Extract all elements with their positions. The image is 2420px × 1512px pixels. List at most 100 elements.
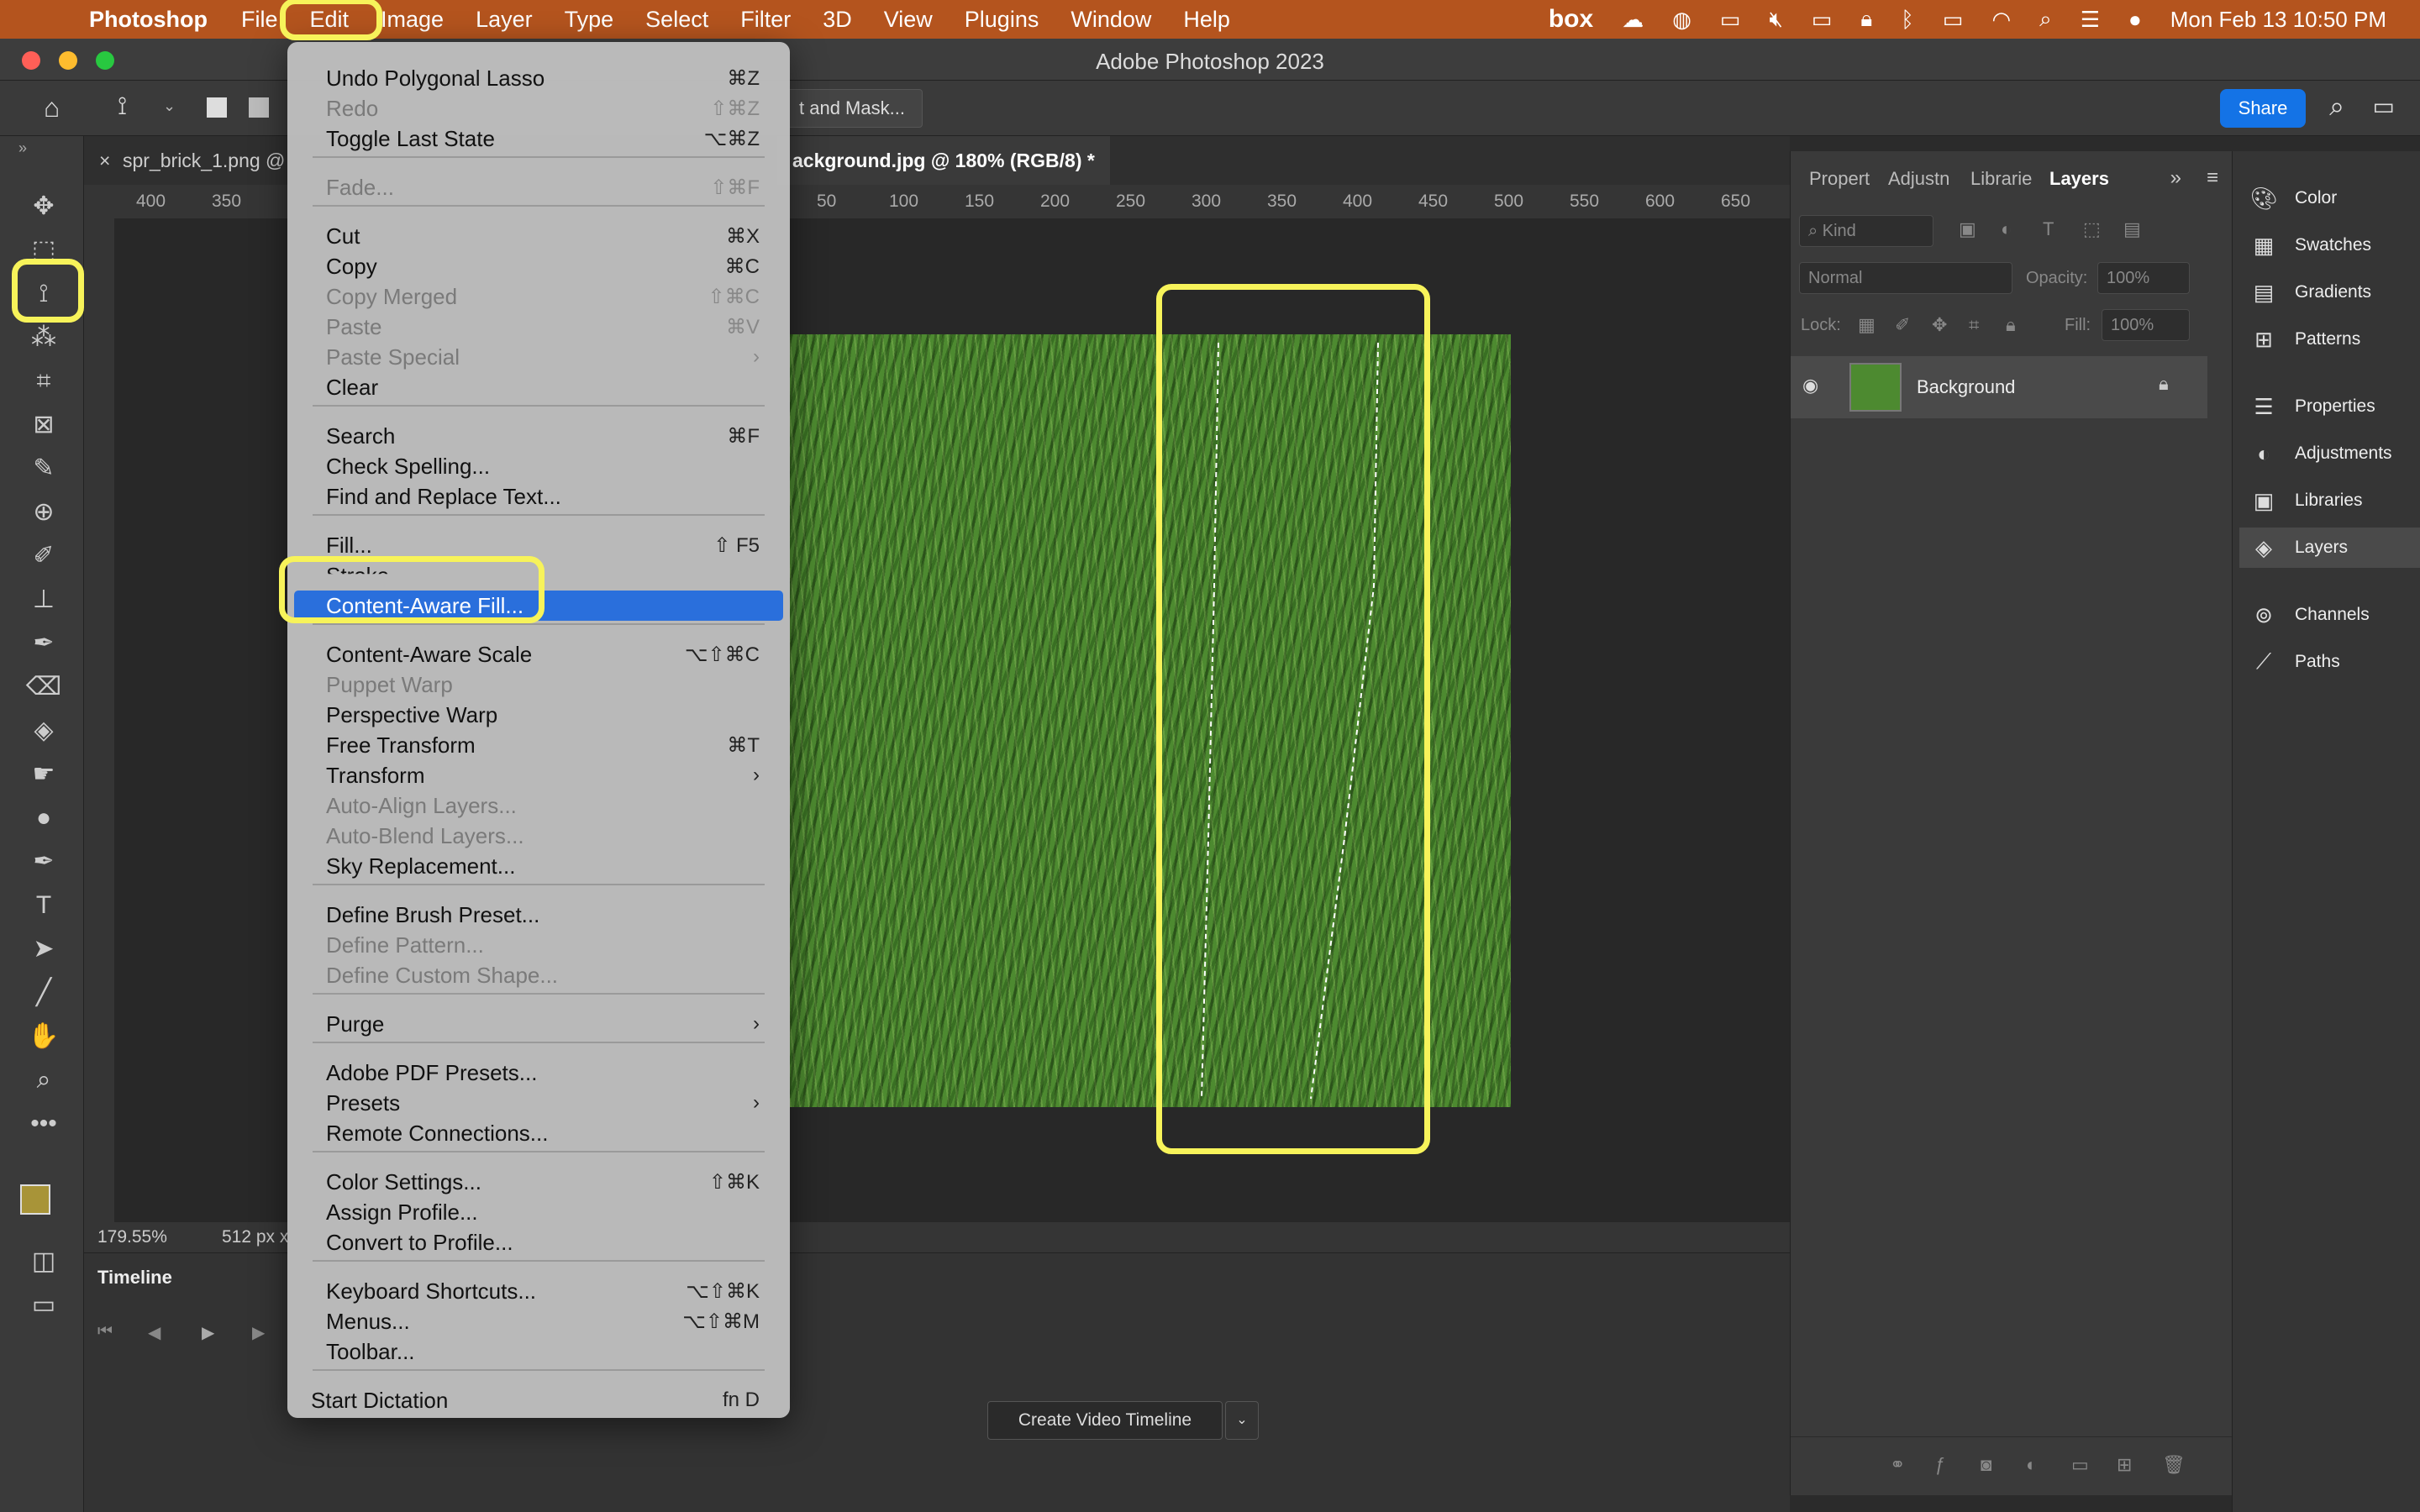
- app-menu-photoshop[interactable]: Photoshop: [89, 7, 208, 33]
- previous-frame-icon[interactable]: ◀: [148, 1322, 160, 1343]
- layer-style-icon[interactable]: ƒ: [1935, 1454, 1945, 1476]
- layer-row-background[interactable]: ◉ Background 🔒︎: [1791, 356, 2207, 418]
- visibility-eye-icon[interactable]: ◉: [1802, 375, 1818, 396]
- menu-item-cut[interactable]: Cut ⌘X: [326, 222, 760, 250]
- menu-item-check-spelling[interactable]: Check Spelling...: [326, 452, 760, 480]
- expand-toolbar-icon[interactable]: »: [18, 139, 27, 157]
- tab-layers[interactable]: Layers: [2049, 160, 2109, 198]
- menu-item-menus[interactable]: Menus... ⌥⇧⌘M: [326, 1307, 760, 1336]
- menu-item-keyboard-shortcuts[interactable]: Keyboard Shortcuts... ⌥⇧⌘K: [326, 1277, 760, 1305]
- new-group-icon[interactable]: ▭: [2071, 1454, 2089, 1476]
- eyedropper-tool-icon[interactable]: ✎: [25, 450, 62, 487]
- menu-item-undo-polygonal-lasso[interactable]: Undo Polygonal Lasso ⌘Z: [326, 64, 760, 92]
- menu-view[interactable]: View: [884, 7, 933, 33]
- zoom-level[interactable]: 179.55%: [97, 1227, 167, 1247]
- eraser-tool-icon[interactable]: ⌫: [25, 669, 62, 706]
- adjustment-layer-icon[interactable]: ◐: [2026, 1454, 2037, 1476]
- crop-tool-icon[interactable]: ⌗: [25, 363, 62, 400]
- dock-layers[interactable]: ◈ Layers: [2239, 528, 2420, 568]
- dock-color[interactable]: 🎨︎ Color: [2249, 178, 2417, 218]
- dock-properties[interactable]: ☰ Properties: [2249, 386, 2417, 427]
- dock-patterns[interactable]: ⊞ Patterns: [2249, 319, 2417, 360]
- display-icon[interactable]: ▭: [1720, 7, 1741, 33]
- brush-tool-icon[interactable]: ✐: [25, 538, 62, 575]
- layer-name[interactable]: Background: [1917, 376, 2015, 398]
- menu-file[interactable]: File: [241, 7, 278, 33]
- menu-image[interactable]: Image: [381, 7, 444, 33]
- menu-select[interactable]: Select: [645, 7, 708, 33]
- screen-mode-icon[interactable]: ▭: [25, 1287, 62, 1324]
- globe-icon[interactable]: ◍: [1672, 7, 1691, 33]
- panel-menu-icon[interactable]: ≡: [2207, 166, 2218, 190]
- quick-mask-icon[interactable]: ◫: [25, 1243, 62, 1280]
- lock-position-icon[interactable]: ✥: [1932, 314, 1947, 336]
- menu-item-clear[interactable]: Clear: [326, 373, 760, 402]
- select-and-mask-button[interactable]: t and Mask...: [781, 89, 923, 128]
- search-icon[interactable]: ⌕: [2039, 6, 2052, 33]
- magic-wand-tool-icon[interactable]: ⁂: [25, 319, 62, 356]
- lock-pixels-icon[interactable]: ✐: [1895, 314, 1910, 336]
- paint-bucket-tool-icon[interactable]: ◈: [25, 712, 62, 749]
- layer-lock-icon[interactable]: 🔒︎: [2159, 373, 2169, 395]
- dodge-tool-icon[interactable]: ●: [25, 800, 62, 837]
- menu-item-perspective-warp[interactable]: Perspective Warp: [326, 701, 760, 729]
- opacity-input[interactable]: 100%: [2097, 262, 2190, 294]
- tab-libraries[interactable]: Librarie: [1970, 160, 2032, 198]
- menu-item-color-settings[interactable]: Color Settings... ⇧⌘K: [326, 1168, 760, 1196]
- blend-mode-select[interactable]: Normal: [1799, 262, 2012, 294]
- menu-layer[interactable]: Layer: [476, 7, 533, 33]
- box-icon[interactable]: box: [1549, 5, 1593, 34]
- new-selection-icon[interactable]: [207, 97, 227, 118]
- menu-item-transform[interactable]: Transform ›: [326, 761, 760, 790]
- filter-pixel-icon[interactable]: ▣: [1959, 218, 1976, 240]
- menu-item-convert-to-profile[interactable]: Convert to Profile...: [326, 1228, 760, 1257]
- menu-item-find-and-replace-text[interactable]: Find and Replace Text...: [326, 482, 760, 511]
- delete-layer-icon[interactable]: 🗑︎: [2162, 1454, 2186, 1476]
- menu-plugins[interactable]: Plugins: [965, 7, 1039, 33]
- share-button[interactable]: Share: [2220, 89, 2306, 128]
- filter-type-icon[interactable]: T: [2043, 218, 2054, 240]
- menu-item-toggle-last-state[interactable]: Toggle Last State ⌥⌘Z: [326, 124, 760, 153]
- workspace-icon[interactable]: ▭: [2373, 92, 2395, 120]
- fill-input[interactable]: 100%: [2102, 309, 2190, 341]
- bluetooth-icon[interactable]: ᛒ: [1901, 7, 1914, 33]
- foreground-color-swatch[interactable]: [20, 1184, 50, 1215]
- create-video-timeline-button[interactable]: Create Video Timeline: [987, 1401, 1223, 1440]
- zoom-tool-icon[interactable]: ⌕: [25, 1062, 62, 1099]
- tab-properties[interactable]: Propert: [1809, 160, 1870, 198]
- line-tool-icon[interactable]: ╱: [25, 974, 62, 1011]
- new-layer-icon[interactable]: ⊞: [2117, 1454, 2132, 1476]
- path-selection-tool-icon[interactable]: ➤: [25, 931, 62, 968]
- collapse-panel-icon[interactable]: »: [2170, 166, 2181, 190]
- menu-item-define-brush-preset[interactable]: Define Brush Preset...: [326, 900, 760, 929]
- menu-3d[interactable]: 3D: [823, 7, 852, 33]
- dock-libraries[interactable]: ▣ Libraries: [2249, 480, 2417, 521]
- menu-item-search[interactable]: Search ⌘F: [326, 422, 760, 450]
- first-frame-icon[interactable]: ⏮: [97, 1322, 113, 1341]
- dock-gradients[interactable]: ▤ Gradients: [2249, 272, 2417, 312]
- dock-paths[interactable]: ⟋ Paths: [2249, 642, 2417, 682]
- lasso-tool-preset-icon[interactable]: ⟟: [118, 92, 127, 121]
- add-selection-icon[interactable]: [249, 97, 269, 118]
- move-tool-icon[interactable]: ✥: [25, 188, 62, 225]
- mute-icon[interactable]: 🔇︎: [1769, 6, 1782, 33]
- menu-filter[interactable]: Filter: [740, 7, 791, 33]
- menu-type[interactable]: Type: [565, 7, 614, 33]
- filter-shape-icon[interactable]: ⬚: [2083, 218, 2101, 240]
- menu-item-adobe-pdf-presets[interactable]: Adobe PDF Presets...: [326, 1058, 760, 1087]
- chevron-down-icon[interactable]: ⌄: [163, 97, 176, 115]
- cloud-icon[interactable]: ☁: [1622, 7, 1644, 33]
- smudge-tool-icon[interactable]: ☛: [25, 756, 62, 793]
- menu-item-remote-connections[interactable]: Remote Connections...: [326, 1119, 760, 1147]
- frame-tool-icon[interactable]: ⊠: [25, 407, 62, 444]
- camera-icon[interactable]: ▭: [1812, 7, 1833, 33]
- pen-tool-icon[interactable]: ✒: [25, 843, 62, 880]
- play-icon[interactable]: ▶: [202, 1322, 214, 1343]
- lock-all-icon[interactable]: 🔒︎: [2006, 314, 2016, 336]
- tab-adjustments[interactable]: Adjustn: [1888, 160, 1949, 198]
- history-brush-tool-icon[interactable]: ✒: [25, 625, 62, 662]
- link-layers-icon[interactable]: ⚭: [1890, 1454, 1905, 1476]
- timeline-options-dropdown[interactable]: ⌄: [1225, 1401, 1259, 1440]
- menu-item-fill[interactable]: Fill... ⇧ F5: [326, 531, 760, 559]
- menu-item-start-dictation[interactable]: Start Dictation fn D: [311, 1386, 760, 1415]
